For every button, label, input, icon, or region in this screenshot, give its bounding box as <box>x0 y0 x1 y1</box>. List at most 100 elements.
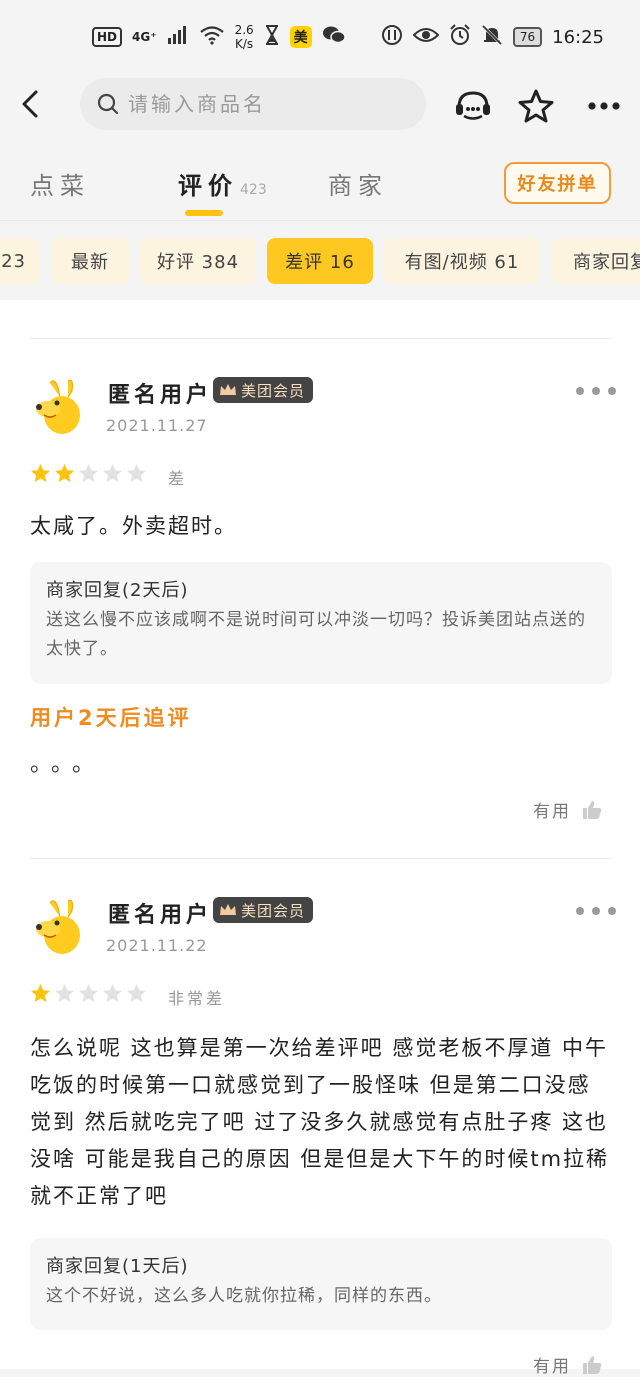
merchant-reply-text: 这个不好说，这么多人吃就你拉稀，同样的东西。 <box>46 1286 442 1306</box>
tab-merchant-label: 商家 <box>328 172 388 200</box>
crown-icon <box>220 904 236 915</box>
status-right: 76 16:25 <box>381 23 604 51</box>
back-button[interactable] <box>14 86 46 122</box>
alarm-icon <box>449 23 471 51</box>
filter-chip-label: 商家回复 <box>573 252 640 273</box>
star-empty-icon <box>78 983 99 1003</box>
filter-chip-label: 23 <box>1 250 26 272</box>
status-left: HD 4G⁺ 2.6 K/s 美 <box>92 23 346 51</box>
wifi-icon <box>199 25 225 50</box>
search-bar[interactable] <box>80 78 426 130</box>
filter-chip-label: 好评 384 <box>156 252 240 273</box>
star-filled-icon <box>30 463 51 483</box>
member-badge: 美团会员 <box>213 377 314 403</box>
follow-up-title: 用户2天后追评 <box>30 706 192 730</box>
filter-chip-positive[interactable]: 好评 384 <box>140 238 256 284</box>
network-speed: 2.6 K/s <box>235 23 254 51</box>
thumbs-up-icon <box>583 1355 602 1374</box>
review-date: 2021.11.22 <box>106 936 208 955</box>
star-filled-icon <box>30 983 51 1003</box>
review-date: 2021.11.27 <box>106 416 208 435</box>
tab-merchant[interactable]: 商家 <box>328 166 388 201</box>
filter-chip-media[interactable]: 有图/视频 61 <box>384 238 540 284</box>
star-empty-icon <box>126 463 147 483</box>
top-navigation-bar <box>0 74 640 136</box>
merchant-reply-title: 商家回复(1天后) <box>46 1256 189 1277</box>
list-divider <box>30 338 612 339</box>
review-count: 423 <box>240 182 267 198</box>
star-empty-icon <box>126 983 147 1003</box>
star-rating <box>30 463 147 484</box>
review-filter-bar: 23 最新 好评 384 差评 16 有图/视频 61 商家回复 <box>0 238 640 286</box>
meituan-notification-icon: 美 <box>289 26 312 48</box>
useful-button[interactable]: 有用 <box>533 797 603 822</box>
customer-service-button[interactable] <box>453 86 493 126</box>
search-icon <box>96 92 120 116</box>
wechat-icon <box>322 25 346 50</box>
review-more-button[interactable] <box>576 901 616 921</box>
filter-chip-all[interactable]: 23 <box>0 238 40 284</box>
filter-chip-label: 差评 16 <box>285 252 355 273</box>
rating-text: 非常差 <box>168 989 226 1008</box>
favorite-button[interactable] <box>516 86 556 126</box>
hd-indicator: HD <box>92 27 123 47</box>
star-empty-icon <box>102 983 123 1003</box>
mute-bell-icon <box>481 24 503 51</box>
filter-chip-merchant-reply[interactable]: 商家回复 <box>551 238 640 284</box>
kangaroo-avatar-icon <box>31 896 93 958</box>
filter-chip-label: 有图/视频 61 <box>404 252 520 273</box>
filter-chip-label: 最新 <box>71 252 109 273</box>
more-dots-icon <box>588 102 620 110</box>
more-menu-button[interactable] <box>584 86 624 126</box>
review-username: 匿名用户 <box>108 903 213 928</box>
star-outline-icon <box>518 89 554 123</box>
avatar <box>30 375 94 439</box>
list-divider <box>30 858 612 859</box>
merchant-reply: 商家回复(1天后) 这个不好说，这么多人吃就你拉稀，同样的东西。 <box>30 1238 612 1330</box>
star-empty-icon <box>54 983 75 1003</box>
review-content: 怎么说呢 这也算是第一次给差评吧 感觉老板不厚道 中午吃饭的时候第一口就感觉到了… <box>30 1036 610 1208</box>
thumbs-up-icon <box>583 800 602 819</box>
filter-chip-latest[interactable]: 最新 <box>51 238 129 284</box>
star-empty-icon <box>102 463 123 483</box>
speed-unit: K/s <box>235 37 254 51</box>
back-arrow-icon <box>22 90 38 118</box>
member-badge-label: 美团会员 <box>241 901 306 920</box>
useful-button[interactable]: 有用 <box>533 1352 603 1377</box>
hourglass-icon <box>264 24 280 50</box>
network-type: 4G⁺ <box>132 30 157 44</box>
speed-value: 2.6 <box>234 23 254 37</box>
useful-label: 有用 <box>533 802 571 822</box>
useful-label: 有用 <box>533 1357 571 1377</box>
star-empty-icon <box>78 463 99 483</box>
signal-icon <box>167 25 189 49</box>
kangaroo-avatar-icon <box>31 376 93 438</box>
group-order-button[interactable]: 好友拼单 <box>504 162 611 204</box>
review-username: 匿名用户 <box>108 383 213 408</box>
merchant-reply: 商家回复(2天后) 送这么慢不应该咸啊不是说时间可以冲淡一切吗？投诉美团站点送的… <box>30 562 612 684</box>
tab-reviews-label: 评价 <box>178 172 238 200</box>
search-input[interactable] <box>126 91 410 117</box>
review-more-button[interactable] <box>576 381 616 401</box>
rating-text: 差 <box>168 469 188 488</box>
avatar <box>30 895 94 959</box>
tab-reviews[interactable]: 评价 423 <box>178 166 267 201</box>
clock: 16:25 <box>552 26 604 48</box>
merchant-reply-text: 送这么慢不应该咸啊不是说时间可以冲淡一切吗？投诉美团站点送的太快了。 <box>46 610 586 659</box>
review-content: 太咸了。外卖超时。 <box>30 514 237 538</box>
crown-icon <box>220 384 236 395</box>
divider <box>0 220 640 221</box>
merchant-reply-title: 商家回复(2天后) <box>46 580 189 601</box>
filter-chip-negative[interactable]: 差评 16 <box>267 238 373 284</box>
nfc-icon <box>381 24 403 51</box>
star-rating <box>30 983 147 1004</box>
tab-menu-label: 点菜 <box>30 172 90 200</box>
status-bar: HD 4G⁺ 2.6 K/s 美 76 16:25 <box>0 0 640 74</box>
star-filled-icon <box>54 463 75 483</box>
active-tab-indicator <box>185 210 223 216</box>
member-badge-label: 美团会员 <box>241 381 306 400</box>
battery-indicator: 76 <box>512 27 543 47</box>
tab-menu[interactable]: 点菜 <box>30 166 90 201</box>
chat-bubble-icon <box>456 91 490 120</box>
member-badge: 美团会员 <box>213 897 314 923</box>
